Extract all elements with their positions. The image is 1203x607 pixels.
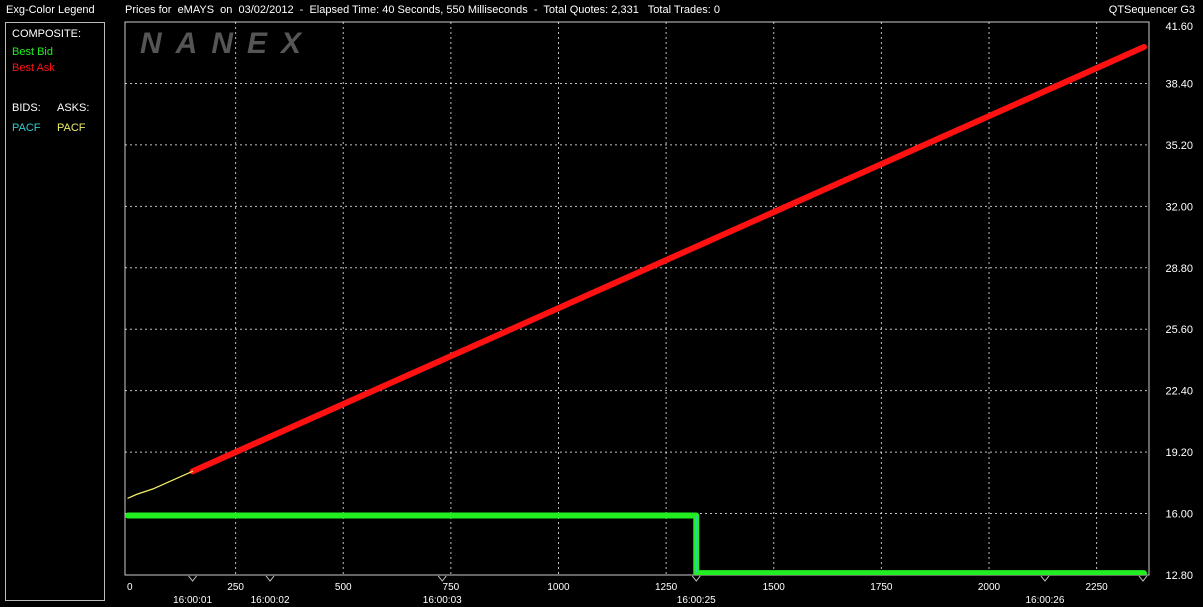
- legend-bid-exchange: PACF: [12, 122, 41, 134]
- x-tick-label: 2250: [1086, 582, 1109, 593]
- chart-title: Prices for eMAYS on 03/02/2012 - Elapsed…: [125, 4, 720, 16]
- time-label: 16:00:26: [1025, 595, 1064, 606]
- x-tick-label: 500: [335, 582, 352, 593]
- y-tick-label: 12.80: [1165, 570, 1193, 582]
- title-bar: Exg-Color Legend Prices for eMAYS on 03/…: [0, 0, 1203, 20]
- time-marker: [188, 575, 197, 582]
- x-tick-label: 750: [443, 582, 460, 593]
- legend-title: Exg-Color Legend: [6, 4, 95, 16]
- price-chart: NANEX 12.80 16.00 19.20 22.40 25.60 28.80 32.0…: [124, 21, 1193, 606]
- x-tick-label: 1750: [870, 582, 893, 593]
- x-tick-label: 2000: [978, 582, 1001, 593]
- y-tick-label: 25.60: [1165, 324, 1193, 336]
- x-tick-label: 1250: [655, 582, 678, 593]
- time-label: 16:00:02: [251, 595, 290, 606]
- legend-best-bid: Best Bid: [12, 46, 53, 58]
- time-label: 16:00:01: [173, 595, 212, 606]
- y-tick-label: 28.80: [1165, 263, 1193, 275]
- legend-ask-exchange: PACF: [57, 122, 86, 134]
- time-label: 16:00:03: [423, 595, 462, 606]
- watermark: NANEX: [140, 27, 315, 60]
- legend-panel: COMPOSITE: Best Bid Best Ask BIDS: ASKS:…: [5, 22, 105, 601]
- time-marker: [265, 575, 275, 582]
- app-name: QTSequencer G3: [1108, 4, 1195, 16]
- x-tick-label: 1500: [763, 582, 786, 593]
- legend-best-ask: Best Ask: [12, 62, 55, 74]
- y-tick-label: 19.20: [1165, 447, 1193, 459]
- x-axis-labels: 0 250 500 750 1000 1250 1500 1750 2000 2250: [127, 582, 1108, 593]
- legend-composite-label: COMPOSITE:: [12, 28, 82, 40]
- legend-asks-label: ASKS:: [57, 102, 90, 114]
- y-tick-label: 16.00: [1165, 509, 1193, 521]
- time-marker: [437, 575, 447, 582]
- x-tick-label: 250: [227, 582, 244, 593]
- legend-bids-label: BIDS:: [12, 102, 41, 114]
- y-tick-label: 41.60: [1165, 21, 1193, 33]
- y-axis-labels: 12.80 16.00 19.20 22.40 25.60 28.80 32.00 35.20…: [1165, 21, 1193, 582]
- time-marker: [1138, 575, 1148, 582]
- y-tick-label: 32.00: [1165, 201, 1193, 213]
- x-tick-label: 0: [127, 582, 133, 593]
- y-tick-label: 22.40: [1165, 386, 1193, 398]
- plot-area: [124, 21, 1150, 576]
- time-marker: [691, 575, 701, 582]
- time-marker: [1040, 575, 1050, 582]
- y-tick-label: 38.40: [1165, 78, 1193, 90]
- y-tick-label: 35.20: [1165, 140, 1193, 152]
- x-tick-label: 1000: [547, 582, 570, 593]
- time-label: 16:00:25: [677, 595, 716, 606]
